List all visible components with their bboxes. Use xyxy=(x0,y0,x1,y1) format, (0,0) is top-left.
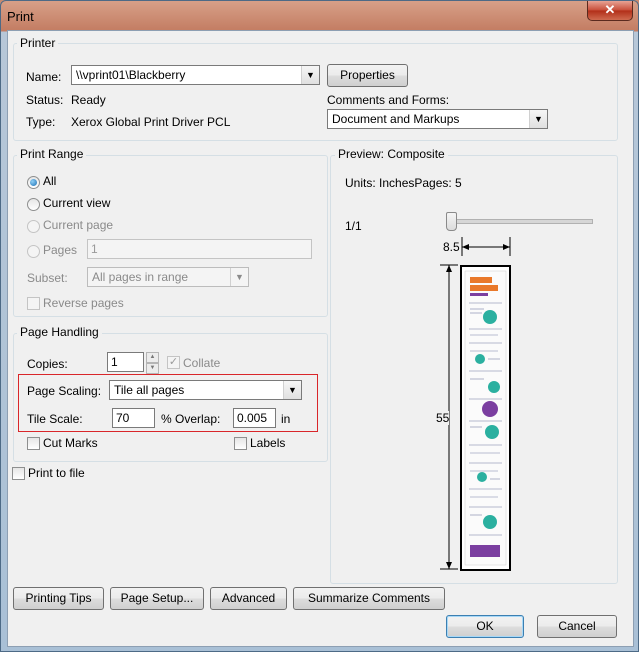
overlap-input[interactable]: 0.005 xyxy=(233,408,276,428)
close-button[interactable]: ✕ xyxy=(587,1,633,21)
print-range-group xyxy=(13,155,328,317)
range-pages-radio[interactable] xyxy=(27,245,40,258)
reverse-pages-label[interactable]: Reverse pages xyxy=(43,296,124,310)
range-current-page-label[interactable]: Current page xyxy=(43,218,113,232)
preview-page-thumbnail xyxy=(460,265,511,571)
comments-forms-value: Document and Markups xyxy=(332,112,460,126)
printer-group-label: Printer xyxy=(17,36,59,50)
cut-marks-checkbox[interactable] xyxy=(27,437,40,450)
preview-width-label: 8.5 xyxy=(442,240,461,254)
tile-scale-input[interactable]: 70 xyxy=(112,408,155,428)
chevron-down-icon[interactable]: ▼ xyxy=(146,363,159,374)
summarize-comments-button[interactable]: Summarize Comments xyxy=(293,587,445,610)
copies-stepper[interactable]: ▲ ▼ xyxy=(146,352,159,374)
printer-name-value: \\vprint01\Blackberry xyxy=(76,68,186,82)
comments-forms-select[interactable]: Document and Markups ▼ xyxy=(327,109,548,129)
range-pages-label[interactable]: Pages xyxy=(43,243,77,257)
preview-page-counter: 1/1 xyxy=(345,219,362,233)
dialog-body: Printer Name: \\vprint01\Blackberry ▼ Pr… xyxy=(7,30,634,647)
collate-label[interactable]: Collate xyxy=(183,356,220,370)
preview-slider-track[interactable] xyxy=(449,219,593,224)
chevron-down-icon: ▼ xyxy=(283,381,301,399)
labels-label[interactable]: Labels xyxy=(250,436,285,450)
cancel-button[interactable]: Cancel xyxy=(537,615,617,638)
page-scaling-select[interactable]: Tile all pages ▼ xyxy=(109,380,302,400)
page-scaling-value: Tile all pages xyxy=(114,383,185,397)
printing-tips-button[interactable]: Printing Tips xyxy=(13,587,104,610)
overlap-label: Overlap: xyxy=(175,412,221,426)
copies-input[interactable]: 1 xyxy=(107,352,144,372)
type-value: Xerox Global Print Driver PCL xyxy=(71,115,231,129)
close-icon: ✕ xyxy=(604,2,616,17)
properties-button[interactable]: Properties xyxy=(327,64,408,87)
subset-select[interactable]: All pages in range ▼ xyxy=(87,267,249,287)
subset-value: All pages in range xyxy=(92,270,189,284)
range-all-label[interactable]: All xyxy=(43,174,56,188)
print-to-file-label[interactable]: Print to file xyxy=(28,466,85,480)
print-to-file-checkbox[interactable] xyxy=(12,467,25,480)
chevron-up-icon[interactable]: ▲ xyxy=(146,352,159,363)
type-label: Type: xyxy=(26,115,56,129)
advanced-button[interactable]: Advanced xyxy=(210,587,287,610)
preview-height-label: 55 xyxy=(436,411,450,425)
dialog-title: Print xyxy=(7,9,34,24)
preview-page-graphic xyxy=(464,270,507,566)
print-range-group-label: Print Range xyxy=(17,147,87,161)
range-all-radio[interactable] xyxy=(27,176,40,189)
printer-name-select[interactable]: \\vprint01\Blackberry ▼ xyxy=(71,65,320,85)
page-handling-group-label: Page Handling xyxy=(17,325,102,339)
status-label: Status: xyxy=(26,93,64,107)
chevron-down-icon: ▼ xyxy=(301,66,319,84)
cut-marks-label[interactable]: Cut Marks xyxy=(43,436,98,450)
printer-name-label: Name: xyxy=(26,70,62,84)
reverse-pages-checkbox[interactable] xyxy=(27,297,40,310)
pages-input[interactable]: 1 xyxy=(87,239,312,259)
page-setup-button[interactable]: Page Setup... xyxy=(110,587,204,610)
ok-button[interactable]: OK xyxy=(446,615,524,638)
tile-scale-label: Tile Scale: xyxy=(27,412,83,426)
range-current-page-radio[interactable] xyxy=(27,220,40,233)
chevron-down-icon: ▼ xyxy=(230,268,248,286)
preview-group-label: Preview: Composite xyxy=(335,147,448,161)
labels-checkbox[interactable] xyxy=(234,437,247,450)
preview-units-text: Units: InchesPages: 5 xyxy=(345,176,462,190)
range-current-view-label[interactable]: Current view xyxy=(43,196,110,210)
overlap-unit: in xyxy=(281,412,291,426)
copies-label: Copies: xyxy=(27,357,68,371)
page-scaling-label: Page Scaling: xyxy=(27,384,102,398)
collate-checkbox[interactable]: ✓ xyxy=(167,356,180,369)
comments-forms-label: Comments and Forms: xyxy=(327,93,450,107)
percent-label: % xyxy=(161,412,172,426)
status-value: Ready xyxy=(71,93,106,107)
preview-slider-thumb[interactable] xyxy=(446,212,457,231)
chevron-down-icon: ▼ xyxy=(529,110,547,128)
subset-label: Subset: xyxy=(27,271,68,285)
print-dialog: Print ✕ Printer Name: \\vprint01\Blackbe… xyxy=(0,0,639,652)
range-current-view-radio[interactable] xyxy=(27,198,40,211)
